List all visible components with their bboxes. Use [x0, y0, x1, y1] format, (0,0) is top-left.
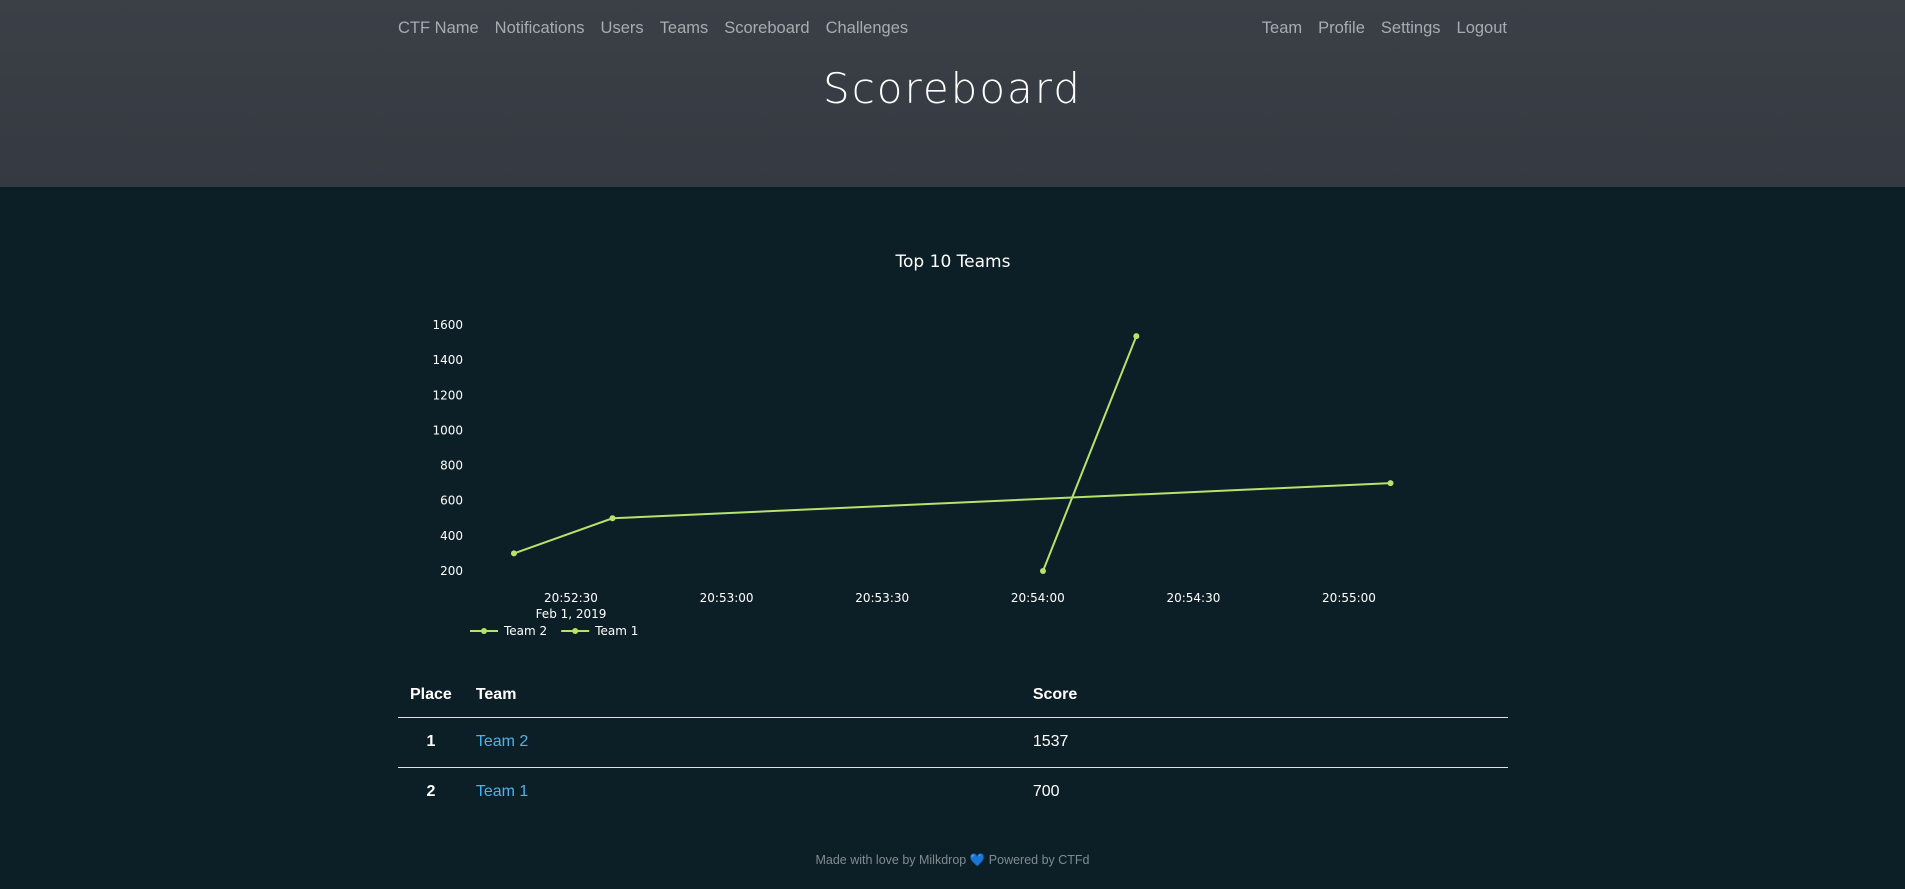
chart-svg: Top 10 Teams 200 400 600 800 1000 1200 1400 1600…	[432, 252, 1394, 638]
legend-label: Team 1	[594, 624, 638, 638]
x-tick-label: 20:55:00	[1322, 591, 1376, 605]
y-tick-label: 1600	[432, 318, 463, 332]
table-row: 2 Team 1 700	[398, 768, 1508, 818]
score-cell: 1537	[1020, 717, 1508, 768]
data-point	[1133, 333, 1140, 340]
col-team: Team	[463, 670, 1021, 718]
legend-label: Team 2	[503, 624, 547, 638]
x-tick-label: 20:54:00	[1011, 591, 1065, 605]
nav-scoreboard[interactable]: Scoreboard	[724, 19, 809, 38]
score-cell: 700	[1032, 783, 1060, 800]
nav-settings[interactable]: Settings	[1381, 19, 1441, 38]
data-point	[1387, 480, 1394, 487]
y-tick-label: 1200	[432, 388, 463, 402]
heart-icon: 💙	[969, 853, 986, 867]
nav-challenges[interactable]: Challenges	[826, 19, 909, 38]
col-score: Score	[1020, 670, 1508, 718]
nav-teams[interactable]: Teams	[660, 19, 709, 38]
team-cell: Team 1	[464, 768, 1021, 818]
table-row: 1 Team 2 1537	[398, 717, 1508, 768]
x-tick-label: 20:54:30	[1166, 591, 1220, 605]
y-tick-label: 200	[440, 564, 463, 578]
place-cell: 2	[426, 783, 436, 800]
series-line-1	[1042, 335, 1138, 572]
score-graph: Top 10 Teams 200 400 600 800 1000 1200 1400 1600…	[398, 240, 1508, 650]
page-title: Scoreboard	[823, 64, 1082, 113]
col-place: Place	[398, 670, 464, 718]
header-banner: CTF Name Notifications Users Teams Score…	[0, 0, 1905, 187]
legend-marker	[481, 628, 487, 634]
series-line-2	[513, 482, 1391, 555]
data-point	[609, 515, 616, 522]
brand-link[interactable]: CTF Name	[398, 19, 479, 38]
team-link[interactable]: Team 1	[476, 783, 528, 800]
footer: Made with love by Milkdrop 💙 Powered by …	[0, 853, 1905, 868]
x-tick-label: 20:52:30	[544, 591, 598, 605]
legend-marker	[572, 628, 579, 634]
nav-profile[interactable]: Profile	[1318, 19, 1365, 38]
data-point	[1039, 568, 1046, 574]
nav-team[interactable]: Team	[1262, 19, 1302, 38]
team-cell: Team 2	[463, 717, 1021, 768]
scoreboard-table: Place Team Score 1 Team 2 1537 2 Team 1 …	[398, 670, 1508, 817]
nav-logout[interactable]: Logout	[1457, 19, 1507, 38]
y-tick-label: 800	[440, 459, 463, 473]
table-header-row: Place Team Score	[398, 670, 1508, 718]
nav-notifications[interactable]: Notifications	[495, 19, 585, 38]
x-date-label: Feb 1, 2019	[536, 607, 607, 621]
nav-users[interactable]: Users	[601, 19, 644, 38]
x-tick-label: 20:53:00	[700, 591, 754, 605]
footer-powered: Powered by CTFd	[988, 853, 1090, 867]
y-tick-label: 600	[440, 494, 463, 508]
y-tick-label: 1400	[432, 353, 463, 367]
data-point	[510, 550, 517, 557]
team-link[interactable]: Team 2	[476, 733, 528, 750]
y-tick-label: 400	[440, 529, 463, 543]
chart-title: Top 10 Teams	[895, 252, 1011, 272]
x-tick-label: 20:53:30	[855, 591, 909, 605]
footer-text: Made with love by Milkdrop	[815, 853, 967, 867]
y-tick-label: 1000	[432, 423, 463, 437]
navbar: CTF Name Notifications Users Teams Score…	[398, 0, 1507, 56]
place-cell: 1	[398, 717, 464, 768]
